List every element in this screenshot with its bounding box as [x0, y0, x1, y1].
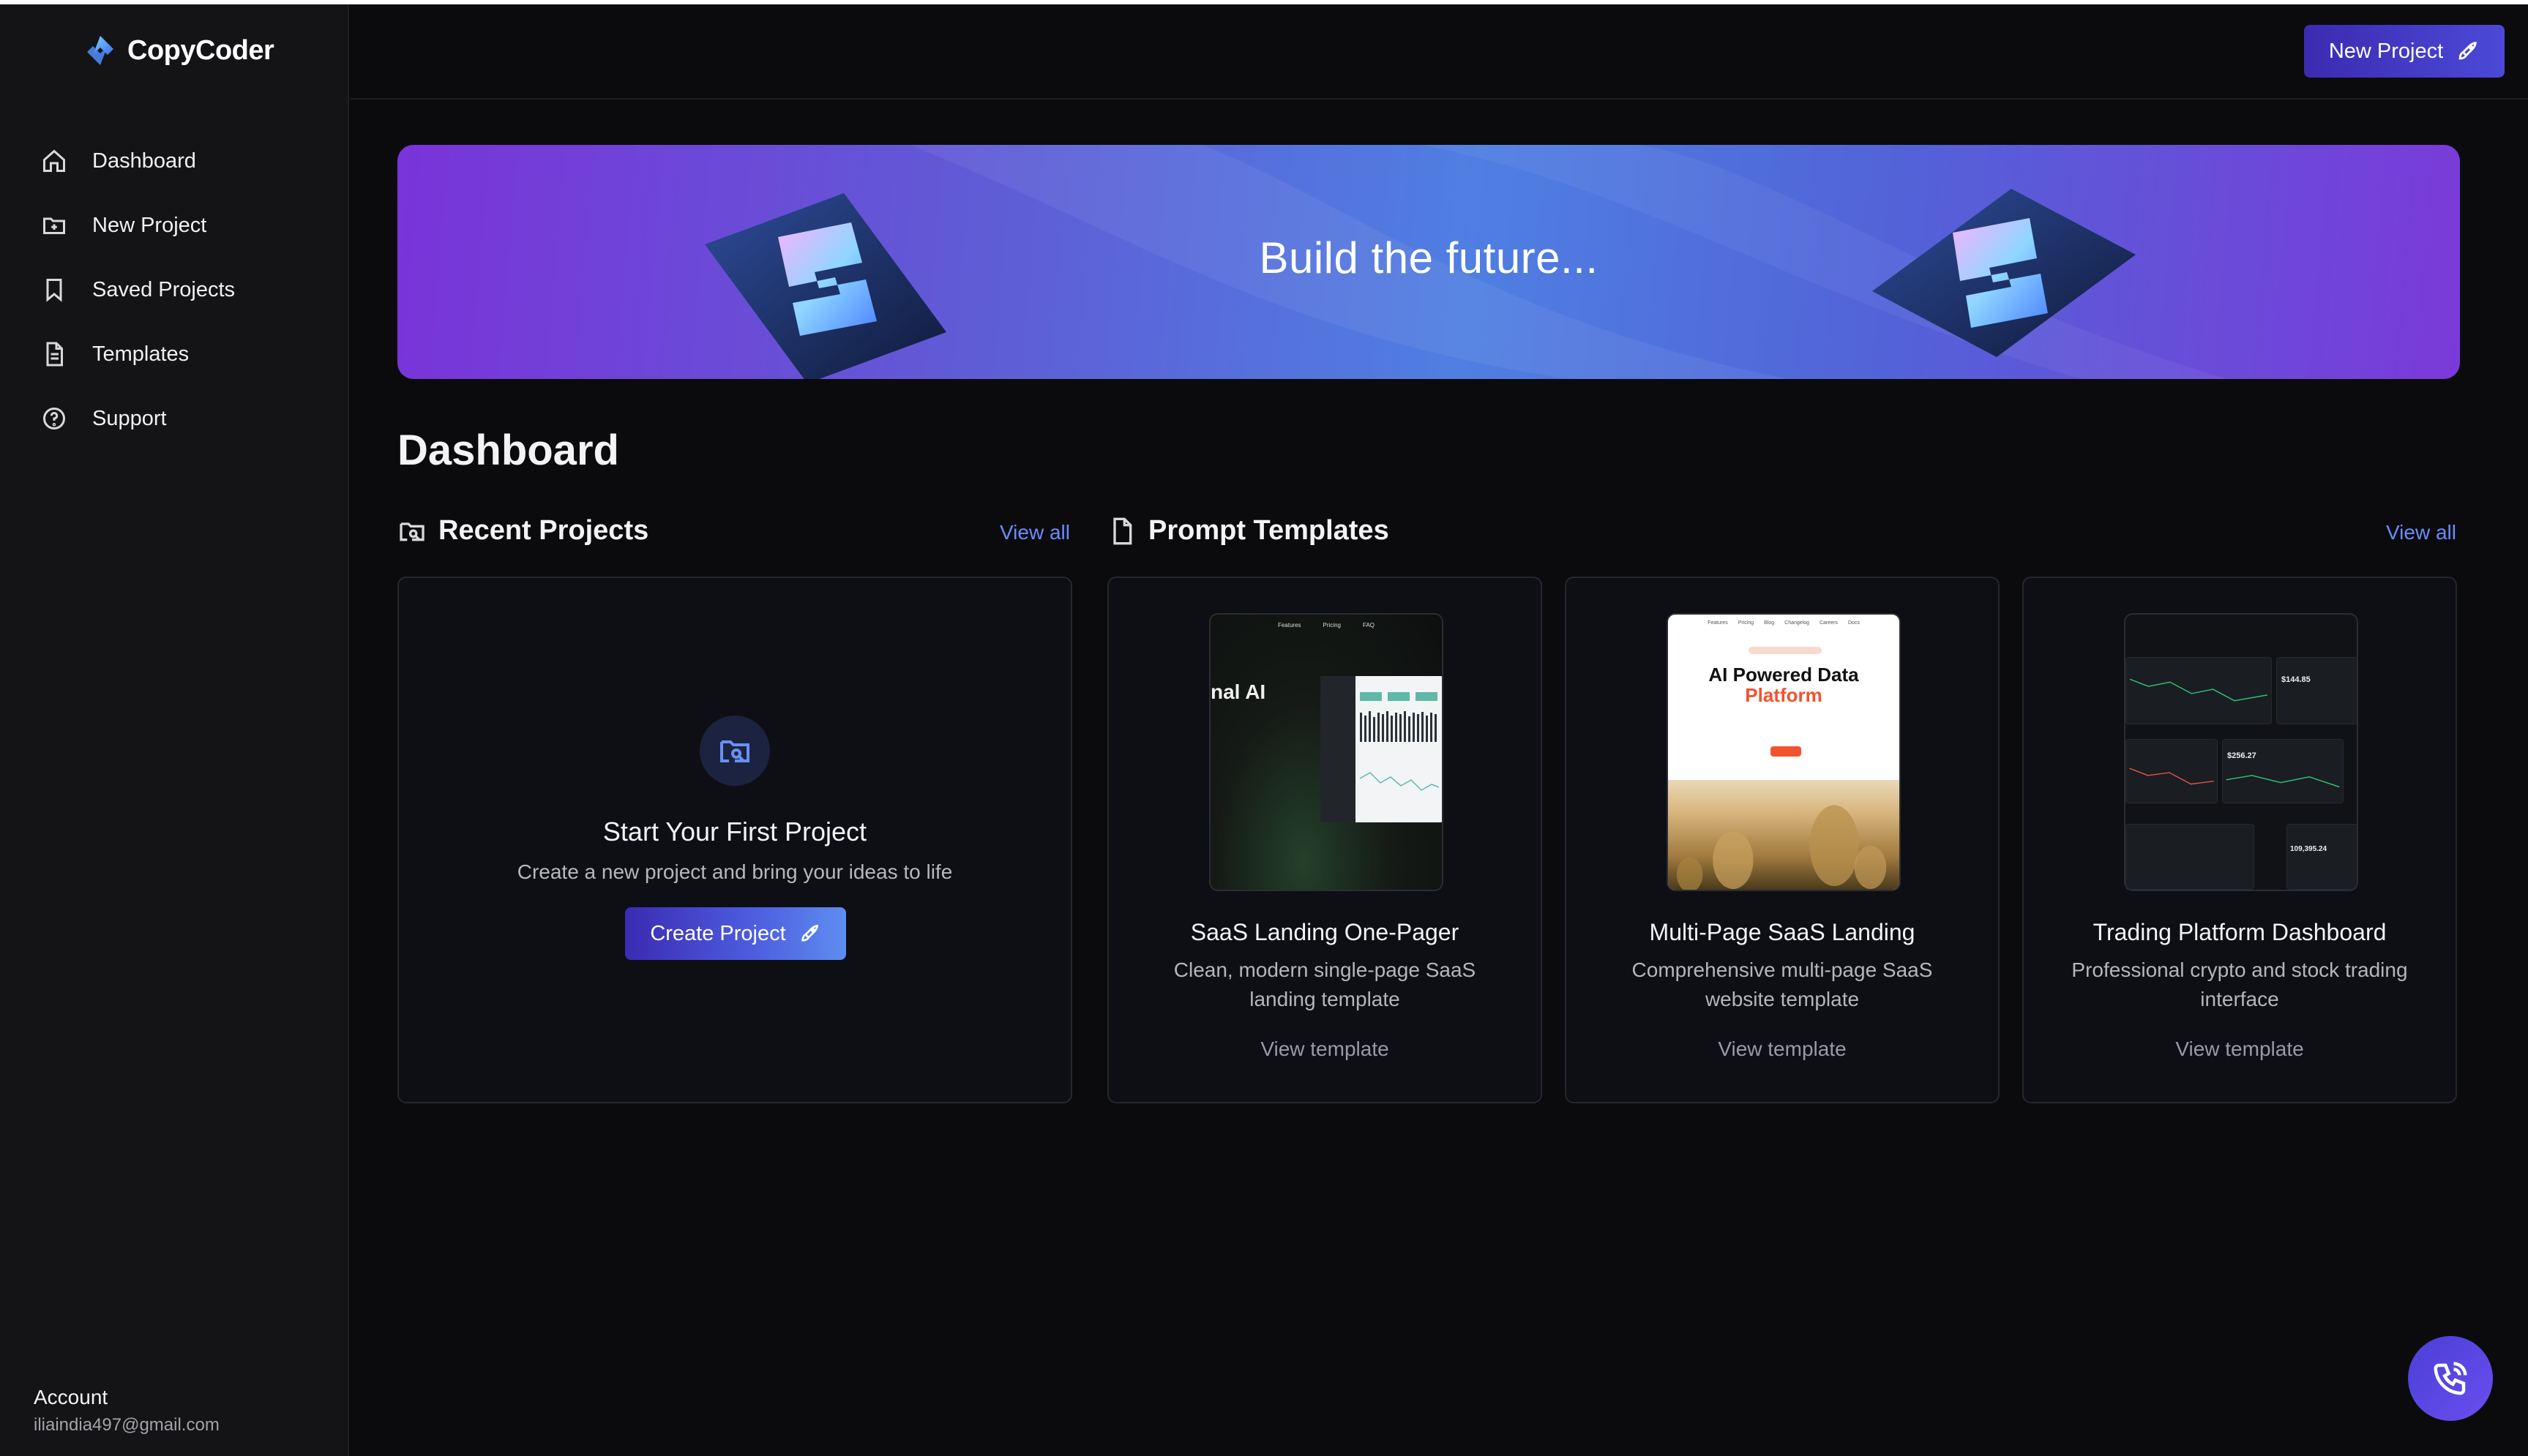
rocket-icon — [2458, 42, 2477, 60]
recent-projects-empty-card: Start Your First Project Create a new pr… — [397, 577, 1072, 1103]
account-label: Account — [34, 1386, 108, 1408]
thumb-chart-box: $256.27 — [2222, 739, 2344, 803]
empty-state-icon-wrap — [700, 716, 770, 786]
thumb-hero-text: nal AI — [1211, 680, 1266, 703]
sidebar-item-label: Saved Projects — [92, 277, 236, 301]
sidebar-item-label: Support — [92, 406, 167, 430]
top-header: New Project — [351, 4, 2528, 100]
thumb-nav-item: Changelog — [1784, 620, 1810, 626]
folder-search-icon — [720, 740, 749, 762]
thumb-heading: AI Powered Data Platform — [1668, 664, 1899, 705]
prompt-templates-heading: Prompt Templates — [1107, 515, 1389, 547]
thumb-bar-chart — [1359, 692, 1440, 791]
banner-title: Build the future... — [1259, 233, 1598, 282]
thumb-cactus-photo — [1668, 780, 1899, 890]
account-email: iliaindia497@gmail.com — [34, 1415, 220, 1435]
thumb-chart-box — [2125, 657, 2272, 724]
sidebar: CopyCoder Dashboard New Project Saved Pr… — [0, 4, 349, 1456]
thumb-nav-item: Pricing — [1738, 620, 1754, 626]
view-template-link[interactable]: View template — [2024, 1037, 2456, 1061]
recent-view-all-link[interactable]: View all — [1000, 521, 1070, 544]
thumb-price: $144.85 — [2281, 675, 2311, 684]
folder-search-icon — [400, 522, 425, 541]
app-name: CopyCoder — [127, 34, 274, 66]
template-card-saas-one-pager[interactable]: Features Pricing FAQ nal AI SaaS Landing… — [1107, 577, 1542, 1103]
page-title: Dashboard — [397, 427, 619, 474]
sidebar-nav: Dashboard New Project Saved Projects Tem… — [41, 129, 235, 451]
account-panel[interactable]: Account iliaindia497@gmail.com — [34, 1386, 220, 1436]
support-call-button[interactable] — [2408, 1336, 2493, 1421]
prompt-templates-title: Prompt Templates — [1148, 515, 1389, 546]
sidebar-item-label: Dashboard — [92, 149, 196, 173]
bookmark-icon — [46, 279, 62, 302]
thumb-nav: Features Pricing FAQ — [1211, 622, 1442, 628]
thumb-price: $256.27 — [2227, 751, 2256, 760]
template-description: Clean, modern single-page SaaS landing t… — [1173, 958, 1476, 1010]
copycoder-logo-icon — [87, 36, 113, 65]
template-description: Professional crypto and stock trading in… — [2071, 958, 2408, 1010]
empty-state-subtitle: Create a new project and bring your idea… — [517, 860, 953, 883]
template-description: Comprehensive multi-page SaaS website te… — [1631, 958, 1933, 1010]
sidebar-item-saved-projects[interactable]: Saved Projects — [41, 258, 235, 322]
help-circle-icon — [43, 408, 65, 429]
new-project-label: New Project — [2328, 39, 2444, 63]
sidebar-item-dashboard[interactable]: Dashboard — [41, 129, 235, 193]
cactus-illustration — [1676, 805, 1887, 890]
thumb-list-box — [2125, 824, 2254, 890]
thumb-nav-item: Features — [1277, 622, 1301, 628]
thumb-cta — [1770, 746, 1801, 757]
template-thumbnail: $144.85 $256.27 109,395.24 — [2124, 613, 2358, 891]
file-icon — [1113, 517, 1132, 544]
thumb-chart-box — [2125, 739, 2218, 803]
thumb-nav-item: Blog — [1764, 620, 1775, 626]
thumb-nav: Features Pricing Blog Changelog Careers … — [1668, 620, 1899, 626]
banner-logo-right-icon — [1872, 189, 2136, 357]
template-thumbnail: Features Pricing Blog Changelog Careers … — [1667, 613, 1901, 891]
banner-logo-left-icon — [705, 193, 946, 379]
thumb-nav-item: FAQ — [1363, 622, 1375, 628]
phone-call-icon — [2434, 1362, 2467, 1395]
thumb-heading-line: AI Powered Data — [1708, 664, 1859, 686]
template-card-trading-dashboard[interactable]: $144.85 $256.27 109,395.24 Trading Platf… — [2022, 577, 2457, 1103]
thumb-nav-item: Docs — [1847, 620, 1860, 626]
thumb-heading-accent: Platform — [1745, 684, 1822, 706]
thumb-badge — [1749, 647, 1822, 654]
thumb-portfolio-value: 109,395.24 — [2290, 845, 2327, 853]
create-project-label: Create Project — [650, 921, 786, 945]
sidebar-item-support[interactable]: Support — [41, 386, 235, 451]
rocket-icon — [801, 924, 818, 942]
thumb-stat-box: $144.85 — [2276, 657, 2357, 724]
thumb-nav-item: Features — [1708, 620, 1728, 626]
view-template-link[interactable]: View template — [1566, 1037, 1998, 1061]
main-content: Build the future... Dashboard Recent Pro… — [351, 100, 2528, 1456]
sidebar-item-label: New Project — [92, 213, 207, 237]
empty-state-title: Start Your First Project — [602, 817, 867, 847]
file-text-icon — [46, 342, 63, 367]
thumb-dashboard-panel — [1320, 676, 1442, 822]
recent-projects-heading: Recent Projects — [397, 515, 648, 547]
home-icon — [43, 149, 65, 172]
new-project-button[interactable]: New Project — [2304, 25, 2505, 78]
template-card-multi-page-saas[interactable]: Features Pricing Blog Changelog Careers … — [1565, 577, 2000, 1103]
thumb-portfolio-box: 109,395.24 — [2286, 824, 2357, 890]
recent-projects-title: Recent Projects — [438, 515, 649, 546]
sidebar-item-new-project[interactable]: New Project — [41, 193, 235, 258]
template-title: Trading Platform Dashboard — [2093, 919, 2387, 945]
thumb-nav-item: Pricing — [1323, 622, 1341, 628]
create-project-button[interactable]: Create Project — [625, 907, 846, 960]
sidebar-item-templates[interactable]: Templates — [41, 322, 235, 386]
folder-plus-icon — [43, 217, 65, 234]
template-thumbnail: Features Pricing FAQ nal AI — [1209, 613, 1443, 891]
template-title: Multi-Page SaaS Landing — [1649, 919, 1915, 945]
templates-view-all-link[interactable]: View all — [2386, 521, 2456, 544]
template-title: SaaS Landing One-Pager — [1190, 919, 1459, 945]
view-template-link[interactable]: View template — [1109, 1037, 1541, 1061]
app-logo[interactable]: CopyCoder — [83, 34, 274, 67]
hero-banner: Build the future... — [397, 145, 2460, 379]
thumb-nav-item: Careers — [1820, 620, 1838, 626]
sidebar-item-label: Templates — [92, 342, 190, 366]
